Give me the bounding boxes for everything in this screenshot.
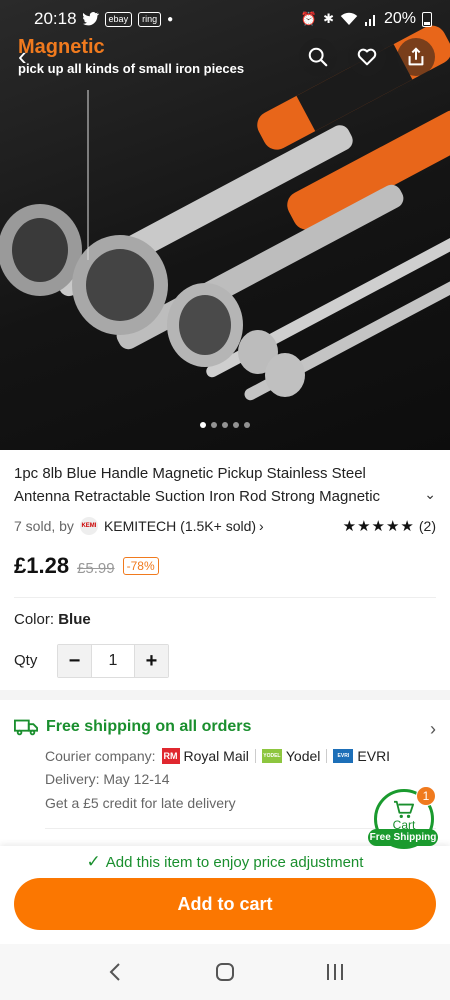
- carousel-dot[interactable]: [233, 422, 239, 428]
- divider: [326, 749, 328, 763]
- share-icon: [408, 47, 424, 66]
- evri-logo: EVRI: [333, 749, 354, 763]
- price-adjustment-text: Add this item to enjoy price adjustment: [105, 853, 364, 871]
- system-navigation-bar: [0, 944, 450, 1000]
- more-notifications-icon: ●: [167, 13, 174, 25]
- bluetooth-icon: ✱: [323, 11, 334, 26]
- search-icon: [308, 47, 328, 67]
- sold-count: 7 sold, by: [14, 518, 74, 534]
- courier-name: EVRI: [357, 748, 391, 764]
- rating[interactable]: ★★★★★ (2): [343, 517, 436, 535]
- search-button[interactable]: [299, 38, 337, 76]
- battery-icon: [422, 11, 432, 27]
- home-icon: [216, 963, 234, 981]
- alarm-icon: ⏰: [300, 11, 318, 26]
- courier-yodel: YODEL Yodel: [261, 748, 321, 764]
- original-price: £5.99: [77, 560, 115, 577]
- store-logo: KEMI: [79, 517, 98, 535]
- chevron-right-icon[interactable]: ›: [430, 719, 436, 740]
- carousel-dot[interactable]: [211, 422, 217, 428]
- price-adjustment-note: ✓ Add this item to enjoy price adjustmen…: [0, 852, 450, 872]
- product-image-carousel[interactable]: Magnetic pick up all kinds of small iron…: [0, 0, 450, 450]
- courier-row: Courier company: RM Royal Mail YODEL Yod…: [45, 746, 390, 766]
- courier-name: Royal Mail: [183, 748, 249, 764]
- color-option[interactable]: Color: Blue: [14, 611, 91, 628]
- courier-label: Courier company:: [45, 748, 156, 764]
- signal-icon: [364, 15, 375, 26]
- cart-count-badge: 1: [416, 786, 436, 806]
- recents-icon: [327, 964, 343, 980]
- chevron-left-icon: ‹: [18, 40, 27, 71]
- carousel-dot[interactable]: [222, 422, 228, 428]
- truck-icon: [14, 719, 38, 736]
- qty-label: Qty: [14, 652, 38, 669]
- back-icon: [109, 963, 120, 981]
- ring-icon: ring: [138, 11, 162, 27]
- add-to-cart-button[interactable]: Add to cart: [14, 878, 436, 930]
- discount-badge: -78%: [122, 557, 159, 575]
- wifi-icon: [340, 12, 358, 25]
- quantity-stepper: − 1 +: [57, 644, 169, 678]
- review-count: (2): [418, 518, 436, 534]
- courier-name: Yodel: [285, 748, 321, 764]
- section-divider: [0, 690, 450, 700]
- decrease-qty-button[interactable]: −: [58, 645, 91, 677]
- checkmark-icon: ✓: [86, 852, 101, 871]
- carousel-dots: [0, 422, 450, 428]
- back-button[interactable]: ‹: [18, 40, 46, 72]
- courier-evri: EVRI EVRI: [333, 748, 390, 764]
- product-title[interactable]: 1pc 8lb Blue Handle Magnetic Pickup Stai…: [14, 462, 414, 508]
- battery-percent: 20%: [383, 10, 416, 27]
- royal-mail-logo: RM: [161, 748, 180, 764]
- price-row: £1.28 £5.99 -78%: [14, 553, 159, 579]
- status-time: 20:18: [34, 9, 77, 28]
- courier-royal-mail: RM Royal Mail: [161, 748, 249, 764]
- store-link[interactable]: KEMITECH (1.5K+ sold): [104, 518, 256, 534]
- heart-icon: [357, 48, 377, 66]
- nav-back-button[interactable]: [95, 952, 135, 992]
- late-delivery-credit: Get a £5 credit for late delivery: [45, 795, 236, 811]
- wishlist-button[interactable]: [348, 38, 386, 76]
- free-shipping-text: Free shipping on all orders: [46, 718, 252, 735]
- free-shipping-badge: Free Shipping: [368, 829, 438, 846]
- increase-qty-button[interactable]: +: [135, 645, 168, 677]
- qty-value[interactable]: 1: [91, 645, 135, 677]
- current-price: £1.28: [14, 553, 70, 578]
- delivery-estimate: Delivery: May 12-14: [45, 771, 170, 787]
- divider: [14, 597, 436, 598]
- nav-home-button[interactable]: [205, 952, 245, 992]
- yodel-logo: YODEL: [261, 749, 282, 763]
- share-button[interactable]: [397, 38, 435, 76]
- twitter-icon: [82, 12, 99, 26]
- divider: [254, 749, 256, 763]
- hero-subtitle: pick up all kinds of small iron pieces: [18, 61, 245, 76]
- seller-row: 7 sold, by KEMI KEMITECH (1.5K+ sold) › …: [14, 516, 436, 536]
- free-shipping-row[interactable]: Free shipping on all orders: [14, 718, 251, 736]
- ebay-icon: ebay: [104, 11, 133, 27]
- carousel-dot[interactable]: [200, 422, 206, 428]
- color-value: Blue: [58, 611, 91, 628]
- color-label: Color:: [14, 611, 55, 628]
- nav-recents-button[interactable]: [315, 952, 355, 992]
- status-bar: 20:18 ebay ring ● ⏰ ✱ 20%: [0, 0, 450, 38]
- cart-icon: [394, 800, 414, 818]
- chevron-down-icon[interactable]: ⌄: [424, 486, 436, 503]
- chevron-right-icon: ›: [259, 518, 264, 534]
- star-rating-icon: ★★★★★: [342, 518, 415, 535]
- carousel-dot[interactable]: [244, 422, 250, 428]
